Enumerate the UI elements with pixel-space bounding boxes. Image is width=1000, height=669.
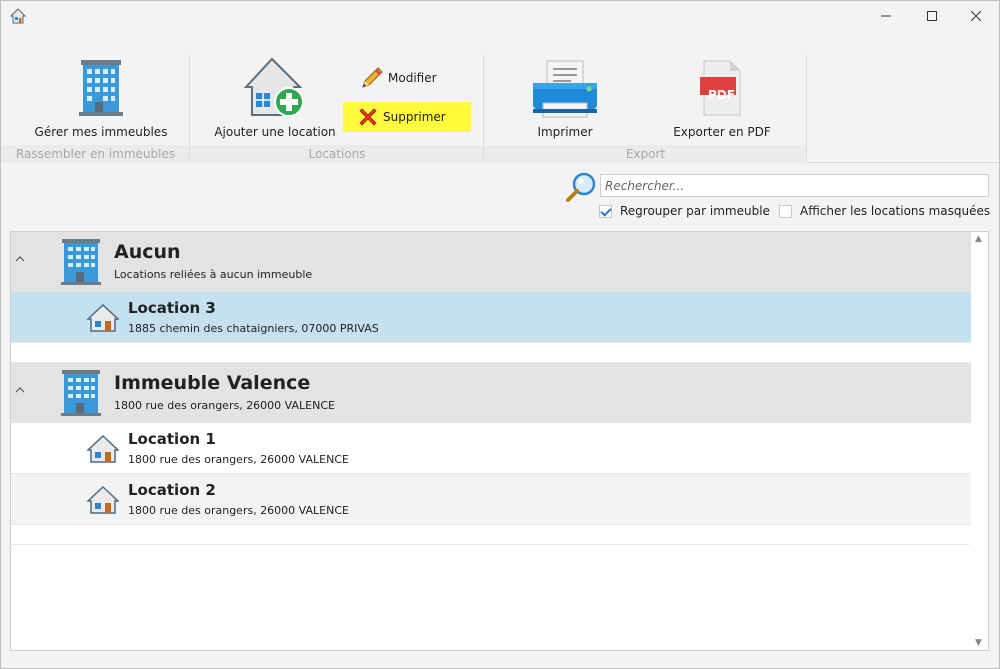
group-divider — [806, 55, 807, 159]
export-pdf-label: Exporter en PDF — [673, 125, 771, 139]
group-subtitle: 1800 rue des orangers, 26000 VALENCE — [114, 399, 335, 412]
list-item-location-2[interactable]: Location 2 1800 rue des orangers, 26000 … — [11, 474, 972, 525]
print-button[interactable]: Imprimer — [520, 53, 610, 139]
manage-buildings-label: Gérer mes immeubles — [34, 125, 168, 139]
add-house-icon — [243, 57, 304, 117]
item-address: 1885 chemin des chataigniers, 07000 PRIV… — [128, 322, 379, 335]
app-house-icon — [10, 8, 26, 24]
delete-button[interactable]: Supprimer — [343, 102, 471, 132]
item-address: 1800 rue des orangers, 26000 VALENCE — [128, 504, 349, 517]
show-hidden-label: Afficher les locations masquées — [800, 204, 991, 218]
ribbon-group-locations: Ajouter une location Modifier Supprimer … — [190, 45, 484, 163]
group-label-buildings: Rassembler en immeubles — [1, 145, 190, 163]
pdf-badge-text: PDF — [708, 88, 735, 102]
add-location-label: Ajouter une location — [214, 125, 336, 139]
printer-icon — [533, 60, 597, 118]
delete-label: Supprimer — [383, 110, 446, 124]
group-by-building-checkbox[interactable]: Regrouper par immeuble — [599, 204, 770, 218]
building-icon — [61, 239, 101, 285]
ribbon-toolbar: Gérer mes immeubles Rassembler en immeub… — [1, 45, 999, 163]
ribbon-group-export: Imprimer PDF Exporter en PDF Export — [484, 45, 807, 163]
maximize-icon — [927, 11, 937, 21]
scroll-down-icon[interactable]: ▼ — [975, 638, 982, 648]
checkbox-checked[interactable] — [599, 204, 612, 218]
ribbon-group-buildings: Gérer mes immeubles Rassembler en immeub… — [1, 45, 190, 163]
app-window: Gérer mes immeubles Rassembler en immeub… — [0, 0, 1000, 669]
minimize-button[interactable] — [863, 1, 909, 33]
group-spacer — [11, 343, 972, 363]
building-icon — [61, 370, 101, 416]
show-hidden-checkbox[interactable]: Afficher les locations masquées — [779, 204, 990, 218]
add-location-button[interactable]: Ajouter une location — [210, 53, 340, 139]
group-subtitle: Locations reliées à aucun immeuble — [114, 268, 313, 281]
manage-buildings-button[interactable]: Gérer mes immeubles — [28, 53, 174, 139]
maximize-button[interactable] — [909, 1, 955, 33]
pencil-icon — [362, 67, 383, 88]
locations-list: Aucun Locations reliées à aucun immeuble… — [10, 231, 989, 651]
scroll-up-icon[interactable]: ▲ — [975, 234, 982, 244]
group-title: Immeuble Valence — [114, 372, 311, 394]
edit-button[interactable]: Modifier — [354, 63, 443, 93]
export-pdf-button[interactable]: PDF Exporter en PDF — [670, 53, 774, 139]
list-item-location-1[interactable]: Location 1 1800 rue des orangers, 26000 … — [11, 423, 972, 474]
group-by-building-label: Regrouper par immeuble — [620, 204, 770, 218]
close-button[interactable] — [953, 1, 999, 33]
search-icon[interactable] — [564, 171, 598, 205]
house-icon — [87, 304, 119, 332]
item-title: Location 3 — [128, 299, 216, 317]
search-input[interactable] — [600, 174, 989, 197]
group-title: Aucun — [114, 241, 181, 263]
print-label: Imprimer — [537, 125, 593, 139]
title-bar — [1, 1, 999, 33]
house-icon — [87, 435, 119, 463]
item-title: Location 1 — [128, 430, 216, 448]
checkbox-unchecked[interactable] — [779, 204, 792, 218]
group-label-export: Export — [484, 145, 807, 163]
item-address: 1800 rue des orangers, 26000 VALENCE — [128, 453, 349, 466]
delete-x-icon — [359, 108, 377, 126]
house-icon — [87, 486, 119, 514]
group-header-aucun[interactable]: Aucun Locations reliées à aucun immeuble — [11, 232, 972, 292]
group-spacer — [11, 525, 972, 545]
list-item-location-3[interactable]: Location 3 1885 chemin des chataigniers,… — [11, 292, 972, 343]
chevron-up-icon[interactable] — [15, 254, 25, 264]
edit-label: Modifier — [388, 71, 437, 85]
vertical-scrollbar[interactable]: ▲ ▼ — [971, 232, 988, 650]
minimize-icon — [881, 15, 891, 17]
group-header-immeuble-valence[interactable]: Immeuble Valence 1800 rue des orangers, … — [11, 363, 972, 423]
group-label-locations: Locations — [190, 145, 484, 163]
item-title: Location 2 — [128, 481, 216, 499]
building-icon — [79, 60, 123, 116]
chevron-up-icon[interactable] — [15, 385, 25, 395]
close-icon — [971, 11, 981, 21]
